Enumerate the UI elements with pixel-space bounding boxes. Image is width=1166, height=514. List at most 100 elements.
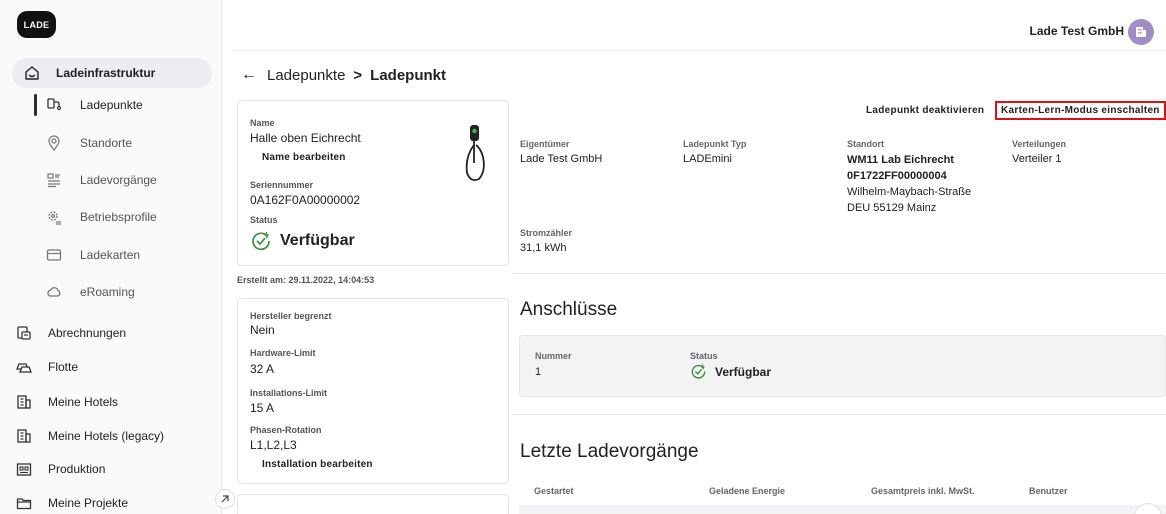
section-divider	[513, 414, 1166, 415]
collapse-icon	[221, 495, 229, 503]
sidebar-item-label: Ladevorgänge	[80, 173, 157, 187]
table-row[interactable]	[519, 505, 1166, 514]
sidebar-item-meine-hotels[interactable]: Meine Hotels	[14, 388, 118, 416]
breadcrumb-current: Ladepunkt	[370, 66, 447, 84]
connection-status-value: Verfügbar	[715, 364, 772, 379]
card-icon	[44, 245, 64, 265]
charging-infrastructure-icon	[22, 63, 42, 83]
hardware-limit-label: Hardware-Limit	[250, 348, 316, 358]
distribution-value: Verteiler 1	[1012, 153, 1062, 165]
section-divider	[513, 273, 1166, 274]
company-name[interactable]: Lade Test GmbH	[1030, 24, 1124, 38]
available-check-icon	[691, 364, 706, 379]
available-check-icon	[252, 231, 270, 251]
sidebar-item-betriebsprofile[interactable]: Betriebsprofile	[44, 203, 157, 231]
sidebar-item-ladevorgaenge[interactable]: Ladevorgänge	[44, 166, 157, 194]
column-header-total-price[interactable]: Gesamtpreis inkl. MwSt.	[871, 486, 975, 496]
sidebar-item-produktion[interactable]: Produktion	[14, 455, 105, 483]
deactivate-chargepoint-button[interactable]: Ladepunkt deaktivieren	[866, 105, 984, 116]
sidebar-item-ladeinfrastruktur[interactable]: Ladeinfrastruktur	[12, 58, 212, 88]
location-city: DEU 55129 Mainz	[847, 202, 937, 214]
column-header-energy[interactable]: Geladene Energie	[709, 486, 785, 496]
sidebar-item-label: Standorte	[80, 136, 133, 150]
charging-sessions-icon	[44, 170, 64, 190]
location-id: 0F1722FF00000004	[847, 170, 947, 182]
sidebar-item-label: Meine Hotels (legacy)	[48, 429, 165, 443]
serial-value: 0A162F0A00000002	[250, 193, 361, 207]
type-value: LADEmini	[683, 153, 732, 165]
connection-status-label: Status	[690, 351, 718, 361]
sidebar-item-standorte[interactable]: Standorte	[44, 129, 132, 157]
selected-indicator	[34, 94, 37, 116]
column-header-user[interactable]: Benutzer	[1029, 486, 1068, 496]
meter-label: Stromzähler	[520, 228, 573, 238]
sidebar-item-label: eRoaming	[80, 285, 135, 299]
sidebar-item-label: Betriebsprofile	[80, 210, 157, 224]
name-value: Halle oben Eichrecht	[250, 131, 361, 145]
sidebar-item-meine-projekte[interactable]: Meine Projekte	[14, 489, 128, 514]
created-at-text: Erstellt am: 29.11.2022, 14:04:53	[237, 275, 375, 285]
sidebar-item-label: Produktion	[48, 462, 106, 476]
sidebar-item-label: Flotte	[48, 360, 79, 374]
breadcrumb-separator: >	[353, 66, 363, 84]
sidebar-item-ladekarten[interactable]: Ladekarten	[44, 241, 140, 269]
card-learn-mode-button[interactable]: Karten-Lern-Modus einschalten	[995, 101, 1166, 120]
location-pin-icon	[44, 133, 64, 153]
sidebar: LADE Ladeinfrastruktur Ladepunkte Stando…	[0, 0, 222, 514]
sessions-title: Letzte Ladevorgänge	[520, 441, 699, 462]
installation-limit-label: Installations-Limit	[250, 388, 328, 398]
header-divider	[232, 50, 1166, 51]
next-card	[237, 494, 509, 514]
chargepoint-info-card: Name Halle oben Eichrecht Name bearbeite…	[237, 100, 509, 266]
back-arrow-icon[interactable]: ←	[241, 66, 257, 84]
app-logo[interactable]: LADE	[17, 11, 56, 38]
location-street: Wilhelm-Maybach-Straße	[847, 186, 972, 198]
column-header-started[interactable]: Gestartet	[534, 486, 574, 496]
folder-icon	[14, 493, 34, 513]
cloud-icon	[44, 282, 64, 302]
type-label: Ladepunkt Typ	[683, 139, 747, 149]
company-avatar[interactable]	[1128, 19, 1154, 45]
owner-value: Lade Test GmbH	[520, 153, 603, 165]
production-icon	[14, 459, 34, 479]
sidebar-item-ladepunkte[interactable]: Ladepunkte	[44, 91, 143, 119]
manufacturer-limited-label: Hersteller begrenzt	[250, 311, 332, 321]
installation-card: Hersteller begrenzt Nein Hardware-Limit …	[237, 298, 509, 484]
sidebar-item-label: Ladepunkte	[80, 98, 143, 112]
sidebar-item-label: Meine Hotels	[48, 395, 119, 409]
sidebar-item-label: Abrechnungen	[48, 326, 127, 340]
distribution-label: Verteilungen	[1012, 139, 1067, 149]
edit-name-button[interactable]: Name bearbeiten	[262, 152, 346, 163]
breadcrumb-parent[interactable]: Ladepunkte	[267, 67, 345, 84]
connection-number-label: Nummer	[535, 351, 572, 361]
hotel-icon	[14, 392, 34, 412]
connection-status-badge: Verfügbar	[690, 363, 771, 380]
connection-row[interactable]: Nummer 1 Status Verfügbar	[519, 335, 1166, 397]
sidebar-item-label: Ladeinfrastruktur	[56, 66, 156, 80]
location-name-link[interactable]: WM11 Lab Eichrecht	[847, 152, 954, 168]
hotel-icon	[14, 426, 34, 446]
connections-title: Anschlüsse	[520, 299, 618, 320]
sidebar-item-meine-hotels-legacy[interactable]: Meine Hotels (legacy)	[14, 422, 164, 450]
billing-icon	[14, 323, 34, 343]
hardware-limit-value: 32 A	[250, 362, 275, 376]
meter-value: 31,1 kWh	[520, 242, 567, 254]
fleet-car-icon	[14, 357, 34, 377]
charger-icon	[44, 95, 64, 115]
sidebar-collapse-button[interactable]	[215, 489, 235, 509]
breadcrumb: ← Ladepunkte > Ladepunkt	[241, 66, 446, 84]
name-label: Name	[250, 118, 275, 128]
manufacturer-limited-value: Nein	[250, 323, 275, 337]
status-value: Verfügbar	[280, 232, 355, 249]
owner-label: Eigentümer	[520, 139, 570, 149]
edit-installation-button[interactable]: Installation bearbeiten	[262, 459, 373, 470]
connection-number-value: 1	[535, 366, 542, 378]
sidebar-item-flotte[interactable]: Flotte	[14, 353, 78, 381]
sidebar-item-abrechnungen[interactable]: Abrechnungen	[14, 319, 126, 347]
sidebar-item-label: Ladekarten	[80, 248, 141, 262]
phase-rotation-value: L1,L2,L3	[250, 438, 297, 452]
sidebar-item-eroaming[interactable]: eRoaming	[44, 278, 135, 306]
location-label: Standort	[847, 139, 884, 149]
status-label: Status	[250, 215, 278, 225]
installation-limit-value: 15 A	[250, 401, 275, 415]
